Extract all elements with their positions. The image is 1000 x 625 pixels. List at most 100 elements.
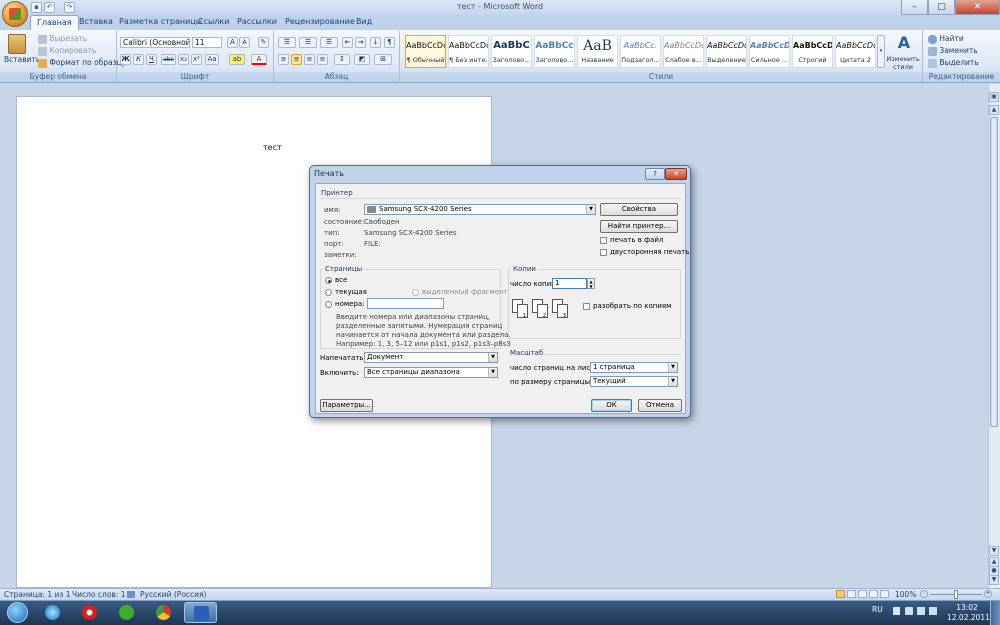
taskbar-word[interactable] <box>184 602 217 623</box>
format-painter-button[interactable]: Формат по образцу <box>38 58 126 68</box>
pages-selection-radio[interactable] <box>412 289 419 296</box>
clock-date[interactable]: 12.02.2011 <box>947 613 990 622</box>
tab-view[interactable]: Вид <box>350 15 378 30</box>
increase-indent-icon[interactable]: ⇥ <box>355 37 366 48</box>
style-normal[interactable]: AaBbCcDc ¶ Обычный <box>405 35 446 68</box>
pages-current-radio[interactable] <box>325 289 332 296</box>
replace-button[interactable]: Заменить <box>928 46 978 56</box>
superscript-button[interactable]: x² <box>191 54 202 65</box>
style-intense-emphasis[interactable]: AaBbCcDcСильное ... <box>749 35 790 68</box>
outline-icon[interactable] <box>869 590 878 598</box>
highlight-icon[interactable]: ab <box>229 54 245 65</box>
keyboard-language[interactable]: RU <box>872 605 883 614</box>
style-heading-2[interactable]: AaBbCc Заголово... <box>534 35 575 68</box>
copies-count-input[interactable]: 1 <box>552 278 587 289</box>
volume-icon[interactable] <box>929 607 937 615</box>
network-icon[interactable] <box>917 607 925 615</box>
dialog-help-button[interactable]: ? <box>645 168 665 180</box>
scroll-down-icon[interactable]: ▼ <box>989 546 999 556</box>
numbering-icon[interactable]: ☰ <box>299 37 317 48</box>
copy-button[interactable]: Копировать <box>38 46 96 56</box>
style-quote-2[interactable]: AaBbCcDc Цитата 2 <box>835 35 876 68</box>
start-button[interactable] <box>2 600 34 625</box>
flag-icon[interactable] <box>905 607 913 615</box>
ruler-toggle-icon[interactable]: ▣ <box>989 92 999 102</box>
change-styles-icon[interactable]: A <box>893 34 915 52</box>
tray-arrow-icon[interactable] <box>893 607 900 615</box>
zoom-level[interactable]: 100% <box>895 590 916 599</box>
ok-button[interactable]: ОК <box>591 399 632 412</box>
document-text[interactable]: тест <box>263 143 282 152</box>
close-button[interactable]: ✕ <box>955 0 1000 15</box>
align-right-icon[interactable]: ≡ <box>304 54 315 65</box>
taskbar-chrome[interactable] <box>147 602 180 623</box>
style-heading-1[interactable]: AaBbC Заголово... <box>491 35 532 68</box>
italic-button[interactable]: К <box>133 54 144 65</box>
find-button[interactable]: Найти <box>928 34 964 44</box>
zoom-out-icon[interactable]: - <box>920 590 928 598</box>
font-color-icon[interactable]: A <box>251 54 267 65</box>
taskbar-utorrent[interactable] <box>110 602 143 623</box>
bullets-icon[interactable]: ☰ <box>278 37 296 48</box>
styles-scroll-icon[interactable]: ▾ <box>877 35 885 68</box>
find-printer-button[interactable]: Найти принтер... <box>600 220 678 233</box>
print-what-select[interactable]: Документ ▼ <box>364 352 498 363</box>
pages-per-sheet-select[interactable]: 1 страница ▼ <box>590 362 678 373</box>
scale-to-paper-select[interactable]: Текущий ▼ <box>590 376 678 387</box>
shading-icon[interactable]: ◩ <box>354 54 370 65</box>
copies-spinner-icon[interactable]: ▲ ▼ <box>587 278 595 289</box>
maximize-button[interactable]: □ <box>928 0 955 15</box>
zoom-slider-thumb[interactable] <box>954 590 958 599</box>
strikethrough-button[interactable]: abc <box>161 54 176 65</box>
select-button[interactable]: Выделить <box>928 58 979 68</box>
clear-format-icon[interactable]: ✎ <box>258 37 269 48</box>
grow-font-button[interactable]: A <box>227 37 238 48</box>
tab-review[interactable]: Рецензирование <box>279 15 361 30</box>
print-to-file-checkbox[interactable] <box>600 237 607 244</box>
pages-all-radio[interactable] <box>325 277 332 284</box>
collate-checkbox[interactable] <box>583 303 590 310</box>
show-desktop-button[interactable] <box>990 601 1000 625</box>
language-status[interactable]: Русский (Россия) <box>140 590 206 599</box>
paste-button[interactable]: Вставить <box>4 55 40 64</box>
font-name-combo[interactable]: Calibri (Основной те <box>120 37 190 48</box>
style-no-spacing[interactable]: AaBbCcDc ¶ Без инте... <box>448 35 489 68</box>
sort-icon[interactable]: ↓ <box>370 37 381 48</box>
line-spacing-icon[interactable]: ↕ <box>334 54 350 65</box>
multilevel-list-icon[interactable]: ☰ <box>320 37 338 48</box>
spelling-icon[interactable] <box>127 591 135 598</box>
web-layout-icon[interactable] <box>858 590 867 598</box>
cut-button[interactable]: Вырезать <box>38 34 87 44</box>
pages-numbers-input[interactable] <box>367 298 444 309</box>
clock-time[interactable]: 13:02 <box>952 603 982 612</box>
bold-button[interactable]: Ж <box>120 54 131 65</box>
office-button[interactable] <box>2 1 28 27</box>
draft-icon[interactable] <box>880 590 889 598</box>
style-title[interactable]: AaB Название <box>577 35 618 68</box>
scroll-thumb[interactable] <box>990 117 998 427</box>
change-case-button[interactable]: Aa <box>205 54 219 65</box>
dialog-close-button[interactable]: ✕ <box>665 168 687 180</box>
tab-home[interactable]: Главная <box>30 15 79 30</box>
paste-icon[interactable] <box>8 34 26 54</box>
options-button[interactable]: Параметры... <box>320 399 373 412</box>
style-subtle-emphasis[interactable]: AaBbCcDc Слабое в... <box>663 35 704 68</box>
include-select[interactable]: Все страницы диапазона ▼ <box>364 367 498 378</box>
justify-icon[interactable]: ≡ <box>317 54 328 65</box>
minimize-button[interactable]: – <box>901 0 928 15</box>
page-count[interactable]: Страница: 1 из 1 <box>4 590 71 599</box>
change-styles-button[interactable]: Изменить стили <box>885 55 921 71</box>
subscript-button[interactable]: x₂ <box>178 54 189 65</box>
underline-button[interactable]: Ч <box>146 54 157 65</box>
borders-icon[interactable]: ⊞ <box>374 54 392 65</box>
print-layout-icon[interactable] <box>836 590 845 598</box>
font-size-combo[interactable]: 11 <box>192 37 222 48</box>
printer-name-select[interactable]: Samsung SCX-4200 Series ▼ <box>364 204 596 215</box>
properties-button[interactable]: Свойства <box>600 203 678 216</box>
tab-references[interactable]: Ссылки <box>192 15 235 30</box>
cancel-button[interactable]: Отмена <box>638 399 682 412</box>
zoom-in-icon[interactable]: + <box>984 590 992 598</box>
align-center-icon[interactable]: ≡ <box>291 54 302 65</box>
next-page-icon[interactable]: ▼ <box>989 575 999 585</box>
pages-numbers-radio[interactable] <box>325 301 332 308</box>
